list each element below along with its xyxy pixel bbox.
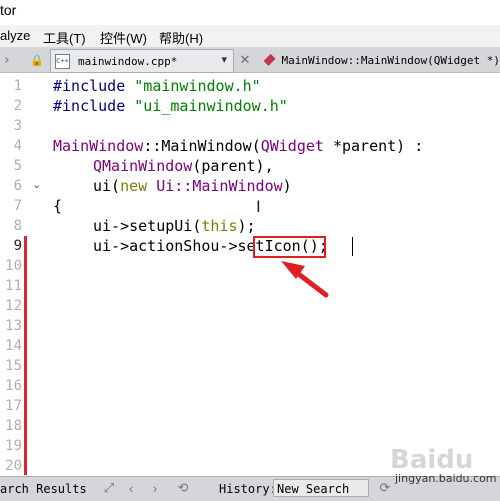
search-results-label[interactable]: arch Results <box>0 482 87 496</box>
menu-analyze[interactable]: alyze <box>0 28 30 43</box>
code-editor[interactable]: 1 2 3 4 5 6 7 8 9 10 11 12 13 14 15 16 1… <box>0 73 500 475</box>
menu-widgets[interactable]: 控件(W) <box>100 28 147 47</box>
watermark-text: jingyan.baidu.com <box>395 472 497 485</box>
function-name: MainWindow::MainWindow(QWidget *) <box>281 53 500 67</box>
previous-icon[interactable]: ‹ <box>122 479 140 497</box>
file-name: mainwindow.cpp* <box>78 54 178 68</box>
menu-tools[interactable]: 工具(T) <box>43 28 86 47</box>
title-bar: tor <box>0 0 500 25</box>
chevron-down-icon: ▾ <box>221 54 227 66</box>
menu-bar: alyze 工具(T) 控件(W) 帮助(H) <box>0 25 500 48</box>
editor-toolbar: › 🔒 C++ mainwindow.cpp* ▾ ✕ MainWindow::… <box>0 48 500 73</box>
expand-icon[interactable]: ⤢ <box>100 479 118 497</box>
file-selector[interactable]: C++ mainwindow.cpp* ▾ <box>50 49 234 73</box>
history-select[interactable]: New Search <box>273 479 369 497</box>
forward-icon[interactable]: › <box>0 48 14 72</box>
close-icon[interactable]: ✕ <box>236 48 254 72</box>
history-label: History: <box>219 482 277 496</box>
function-selector[interactable]: MainWindow::MainWindow(QWidget *) <box>262 48 500 72</box>
lock-icon[interactable]: 🔒 <box>28 48 46 72</box>
annotation-arrow-icon <box>281 261 329 298</box>
function-icon <box>263 53 276 67</box>
menu-help[interactable]: 帮助(H) <box>159 28 203 47</box>
watermark-logo: Baidu <box>390 445 474 475</box>
cpp-file-icon: C++ <box>55 53 70 69</box>
window-title: tor <box>0 2 17 18</box>
next-icon[interactable]: › <box>146 479 164 497</box>
clear-icon[interactable]: ⟲ <box>174 479 192 497</box>
search-again-icon[interactable]: ⟳ <box>376 479 394 497</box>
